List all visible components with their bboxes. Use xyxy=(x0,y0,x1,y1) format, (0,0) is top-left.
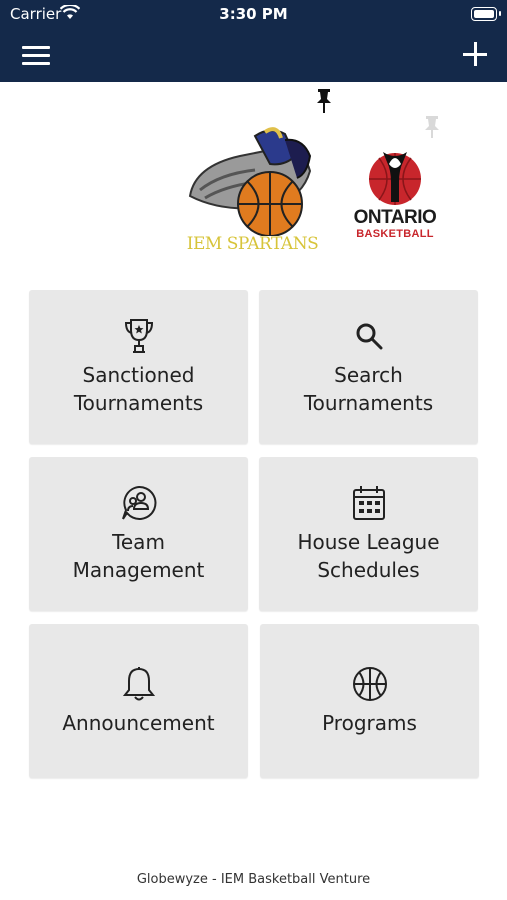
bell-icon xyxy=(120,665,158,703)
pin-icon[interactable] xyxy=(314,88,334,118)
footer-credit: Globewyze - IEM Basketball Venture xyxy=(136,872,371,887)
basketball-icon xyxy=(351,665,389,703)
ontario-basketball-logo: ONTARIO BASKETBALL xyxy=(345,150,445,245)
tile-label: Sanctioned Tournaments xyxy=(73,363,204,415)
search-icon xyxy=(350,317,388,355)
team-icon xyxy=(120,484,158,522)
tile-search-tournaments[interactable]: Search Tournaments xyxy=(259,290,478,444)
status-bar: Carrier 3:30 PM xyxy=(0,0,507,28)
app-header: Carrier 3:30 PM xyxy=(0,0,507,82)
spartans-logo-text: IEM SPARTANS xyxy=(186,234,319,254)
battery-icon xyxy=(471,7,501,21)
tile-label: Search Tournaments xyxy=(303,363,434,415)
tile-programs[interactable]: Programs xyxy=(260,624,479,778)
status-time: 3:30 PM xyxy=(219,5,288,23)
tile-sanctioned-tournaments[interactable]: Sanctioned Tournaments xyxy=(29,290,248,444)
ontario-word: ONTARIO xyxy=(353,207,437,228)
tile-team-management[interactable]: Team Management xyxy=(29,457,248,611)
tile-label: Announcement xyxy=(62,711,215,735)
plus-icon[interactable] xyxy=(461,40,489,68)
hamburger-menu-icon[interactable] xyxy=(22,42,52,68)
pin-icon-faded[interactable] xyxy=(422,115,442,145)
tile-house-league-schedules[interactable]: House League Schedules xyxy=(259,457,478,611)
tile-label: Team Management xyxy=(72,530,205,582)
tile-label: Programs xyxy=(322,711,417,735)
trophy-icon xyxy=(120,317,158,355)
tile-label: House League Schedules xyxy=(297,530,440,582)
iem-spartans-logo: IEM SPARTANS xyxy=(185,126,320,262)
basketball-word: BASKETBALL xyxy=(356,228,434,240)
tile-announcement[interactable]: Announcement xyxy=(29,624,248,778)
calendar-icon xyxy=(350,484,388,522)
